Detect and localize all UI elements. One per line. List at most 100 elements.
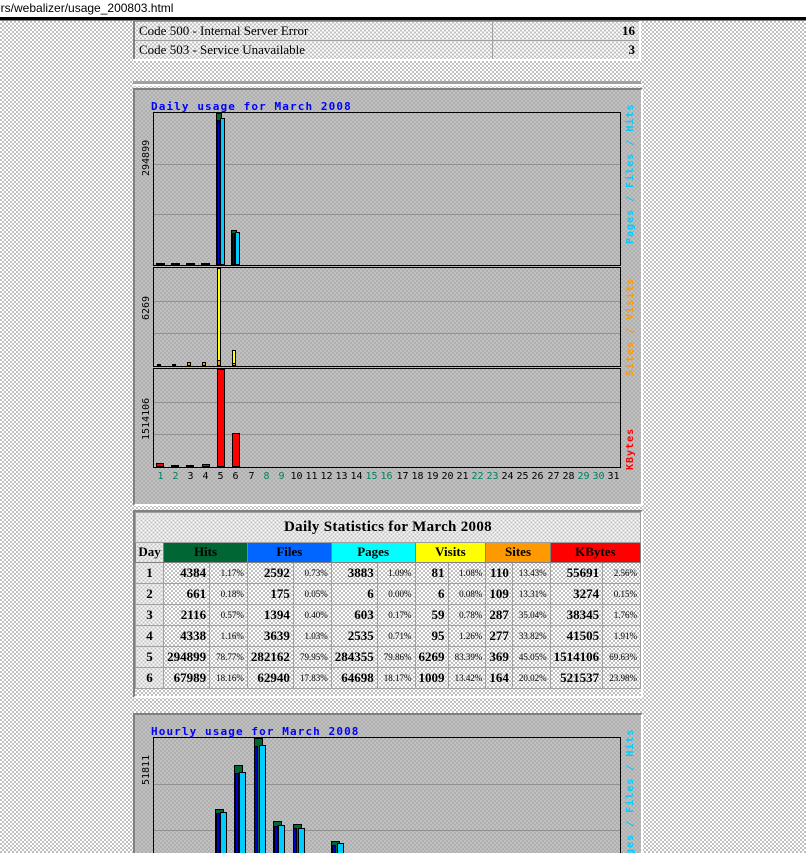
bar-kbytes-1 (156, 463, 164, 467)
cell-hits: 2116 (163, 604, 211, 626)
bar-pages-2 (175, 263, 180, 265)
table-row: 3 2116 0.57% 1394 0.40% 603 0.17% 59 0.78% 287 35.… (134, 604, 641, 626)
hourly-plot-hits-files-pages (153, 737, 621, 853)
cell-kbytes-percent: 69.63% (602, 646, 641, 668)
x-axis-tick-5: 5 (217, 471, 224, 482)
bar-kbytes-4 (202, 464, 210, 467)
hourly-usage-graph-canvas: Hourly usage for March 2008 51811 Pages … (135, 715, 641, 853)
hourly-axis-max: 51811 (141, 754, 152, 785)
column-header-sites: Sites (485, 542, 551, 563)
table-row: 2 661 0.18% 175 0.05% 6 0.00% 6 0.08% 109 13.31% 32… (134, 583, 641, 605)
daily-plot-kbytes (153, 368, 621, 468)
bar-sites-4 (202, 362, 206, 366)
bar-pages-7 (298, 828, 305, 853)
bar-kbytes-2 (171, 465, 179, 467)
cell-kbytes: 1514106 (549, 646, 604, 668)
x-axis-tick-27: 27 (547, 471, 560, 482)
cell-visits-percent: 83.39% (447, 646, 487, 668)
bar-pages-9 (337, 843, 344, 853)
cell-kbytes-percent: 1.91% (602, 625, 641, 647)
response-code-count: 16 (492, 21, 641, 41)
cell-visits: 95 (414, 625, 449, 647)
bar-sites-2 (172, 364, 176, 366)
cell-pages-percent: 0.00% (376, 583, 416, 605)
hourly-usage-graph[interactable]: Hourly usage for March 2008 51811 Pages … (133, 713, 643, 853)
cell-hits-percent: 18.16% (209, 667, 248, 689)
daily-plot-hits-files-pages (153, 112, 621, 266)
cell-hits: 67989 (163, 667, 211, 689)
cell-sites: 369 (485, 646, 513, 668)
column-header-visits: Visits (414, 542, 487, 563)
x-axis-tick-9: 9 (278, 471, 285, 482)
daily-statistics-header-row: Day Hits Files Pages Visits Sites KBytes (134, 542, 642, 563)
daily-axis-max-visits: 6269 (141, 295, 152, 320)
bar-files-9 (332, 845, 336, 853)
column-header-hits: Hits (163, 542, 248, 563)
bar-pages-5 (220, 118, 225, 265)
bar-pages-5 (259, 745, 266, 853)
cell-hits: 294899 (163, 646, 211, 668)
cell-pages: 284355 (330, 646, 378, 668)
cell-files-percent: 1.03% (292, 625, 332, 647)
cell-files-percent: 0.73% (292, 562, 332, 584)
cell-pages-percent: 0.17% (376, 604, 416, 626)
page-viewport[interactable]: Code 500 - Internal Server Error 16 Code… (0, 17, 806, 853)
x-axis-tick-11: 11 (305, 471, 318, 482)
x-axis-tick-16: 16 (380, 471, 393, 482)
x-axis-tick-24: 24 (501, 471, 514, 482)
cell-files: 2592 (246, 562, 294, 584)
x-axis-tick-4: 4 (202, 471, 209, 482)
x-axis-tick-20: 20 (441, 471, 454, 482)
daily-usage-graph[interactable]: Daily usage for March 2008 294899 6269 1… (133, 88, 643, 506)
daily-right-label-pages-files-hits: Pages / Files / Hits (625, 103, 636, 244)
cell-kbytes: 3274 (549, 583, 604, 605)
cell-visits: 6269 (414, 646, 449, 668)
table-row: Code 500 - Internal Server Error 16 (133, 21, 641, 41)
cell-visits: 6 (414, 583, 449, 605)
cell-kbytes: 38345 (549, 604, 604, 626)
cell-visits: 1009 (414, 667, 449, 689)
cell-day: 4 (134, 625, 165, 647)
column-header-day: Day (134, 542, 165, 563)
bar-kbytes-5 (217, 369, 225, 467)
cell-hits-percent: 1.17% (209, 562, 248, 584)
bar-pages-3 (190, 263, 195, 265)
daily-right-label-sites-visits: Sites / Visits (625, 277, 636, 376)
daily-x-axis-ticks: 1 2 3 4 5 6 7 8 9 10 11 12 13 14 15 16 17 18 19 20 21 22 23 24 2… (153, 471, 621, 484)
x-axis-tick-7: 7 (248, 471, 255, 482)
x-axis-tick-25: 25 (516, 471, 529, 482)
bar-pages-4 (205, 263, 210, 265)
x-axis-tick-19: 19 (426, 471, 439, 482)
x-axis-tick-17: 17 (396, 471, 409, 482)
column-header-kbytes: KBytes (549, 542, 642, 563)
bar-files-5 (254, 746, 258, 853)
cell-files: 3639 (246, 625, 294, 647)
x-axis-tick-18: 18 (411, 471, 424, 482)
cell-day: 1 (134, 562, 165, 584)
x-axis-tick-30: 30 (592, 471, 605, 482)
response-code-label: Code 503 - Service Unavailable (133, 40, 493, 61)
cell-sites-percent: 20.02% (511, 667, 551, 689)
hourly-right-label-pages-files-hits: Pages / Files / Hits (625, 728, 636, 853)
table-row: 4 4338 1.16% 3639 1.03% 2535 0.71% 95 1.26% 277 33… (134, 625, 641, 647)
bar-sites-1 (157, 364, 161, 366)
daily-statistics-table: Daily Statistics for March 2008 Day Hits… (134, 512, 642, 689)
x-axis-tick-26: 26 (531, 471, 544, 482)
x-axis-tick-13: 13 (335, 471, 348, 482)
cell-visits: 59 (414, 604, 449, 626)
cell-files-percent: 0.05% (292, 583, 332, 605)
bar-pages-4 (239, 772, 246, 853)
cell-pages: 6 (330, 583, 378, 605)
cell-hits-percent: 1.16% (209, 625, 248, 647)
cell-day: 5 (134, 646, 165, 668)
x-axis-tick-8: 8 (263, 471, 270, 482)
cell-hits: 4384 (163, 562, 211, 584)
daily-axis-max-kbytes: 1514106 (141, 397, 152, 440)
cell-files: 175 (246, 583, 294, 605)
table-row: 1 4384 1.17% 2592 0.73% 3883 1.09% 81 1.08% 110 13… (134, 562, 641, 584)
daily-plot-sites-visits (153, 267, 621, 367)
cell-sites: 164 (485, 667, 513, 689)
daily-right-label-kbytes: KBytes (625, 427, 636, 470)
bar-sites-3 (187, 362, 191, 366)
cell-sites: 277 (485, 625, 513, 647)
